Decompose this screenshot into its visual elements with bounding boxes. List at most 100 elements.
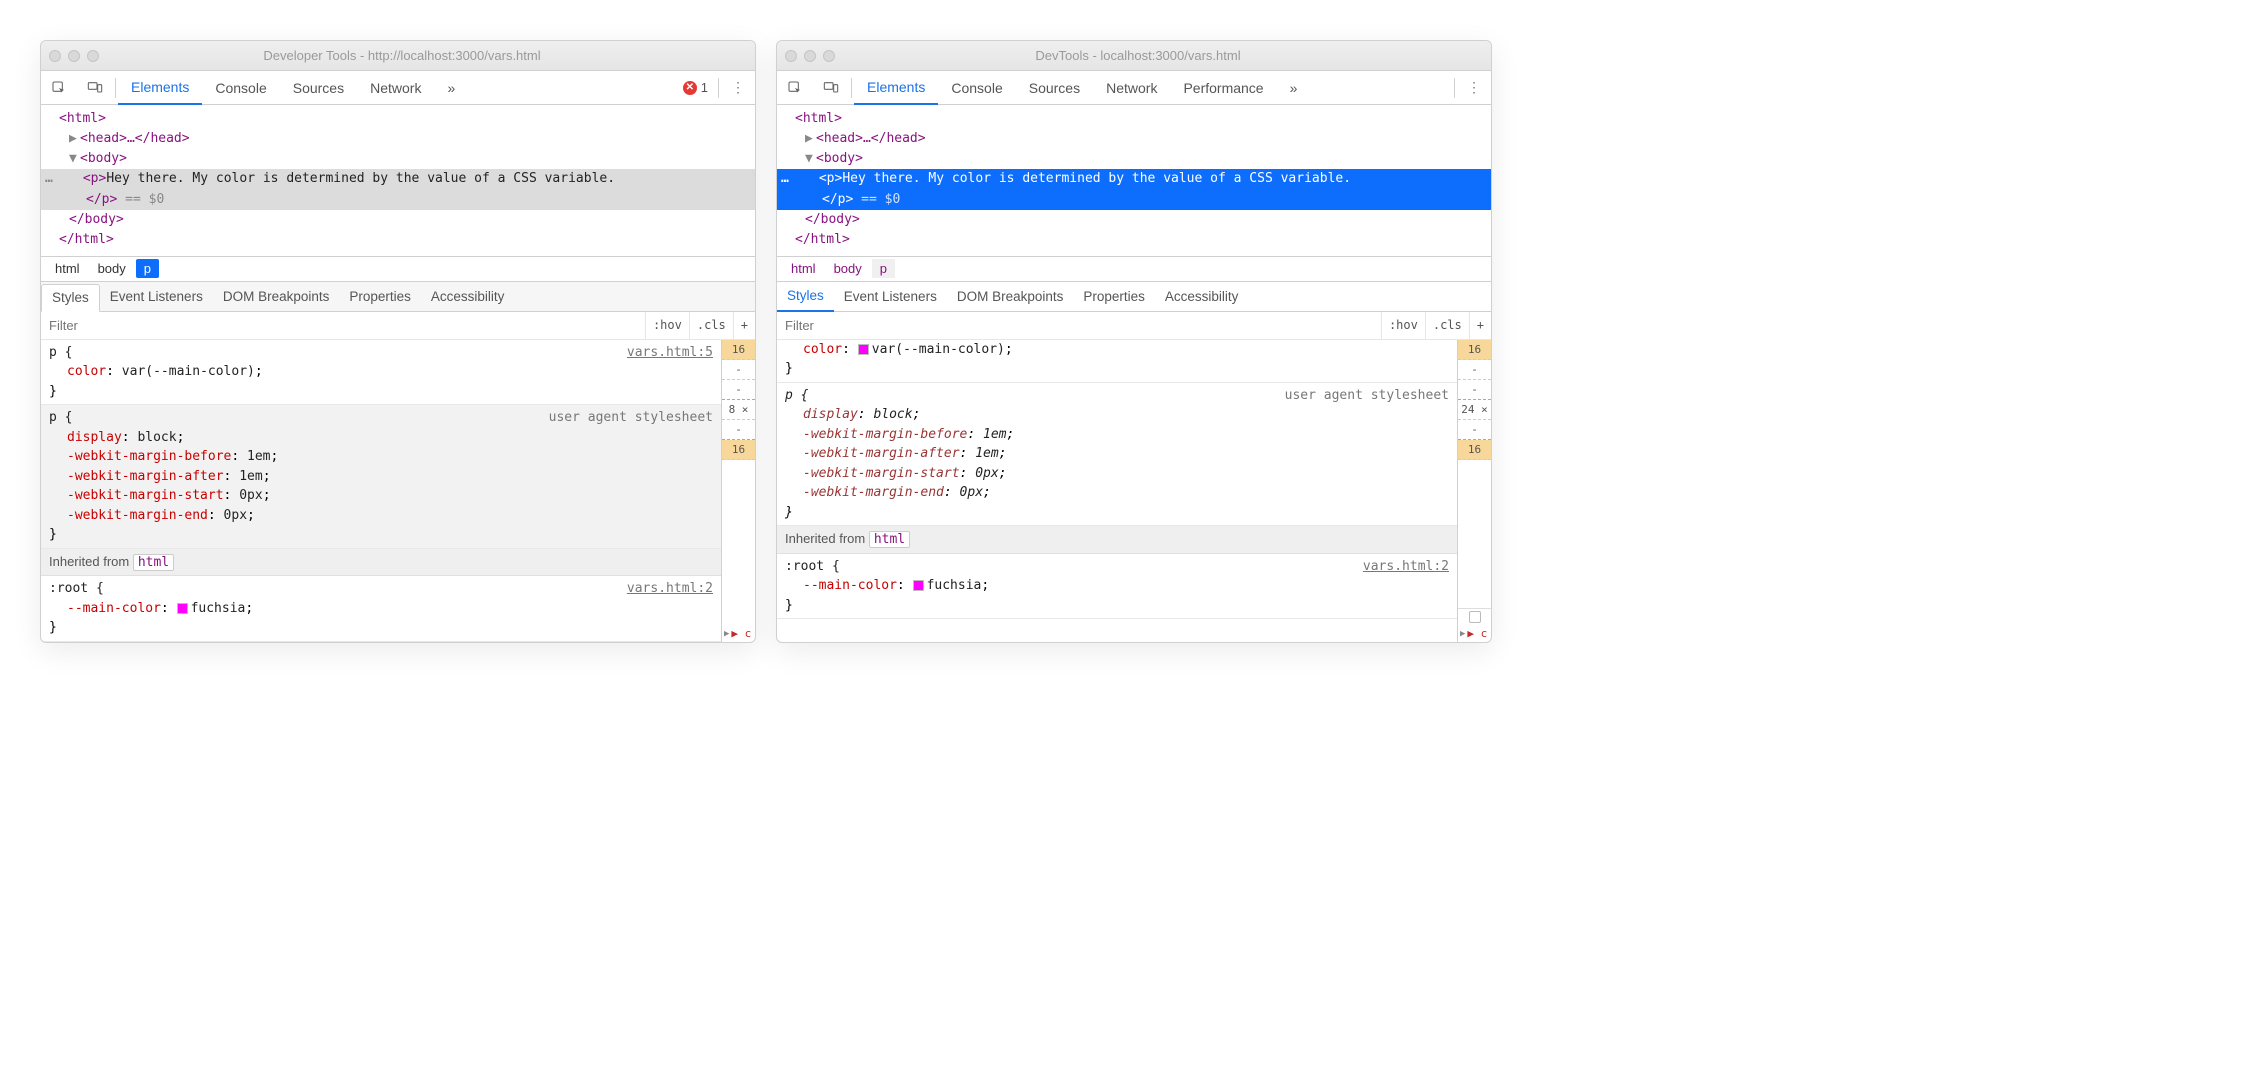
subtab-styles[interactable]: Styles [41,284,100,312]
css-value: 1em [975,446,998,461]
subtab-accessibility[interactable]: Accessibility [1155,282,1249,311]
subtab-accessibility[interactable]: Accessibility [421,282,515,311]
zoom-dot[interactable] [823,50,835,62]
inspect-icon[interactable] [41,71,77,104]
tab-network[interactable]: Network [357,71,434,104]
dom-node-p-selected[interactable]: …<p>Hey there. My color is determined by… [41,169,755,189]
color-swatch-icon[interactable] [913,580,924,591]
inherited-tag[interactable]: html [869,531,910,548]
tab-console[interactable]: Console [202,71,279,104]
subtab-styles[interactable]: Styles [777,282,834,312]
rule-selector[interactable]: p { [49,343,713,363]
close-dot[interactable] [785,50,797,62]
tab-more[interactable]: » [1277,71,1311,104]
tab-network[interactable]: Network [1093,71,1170,104]
tab-sources[interactable]: Sources [280,71,357,104]
gutter-cell: - [722,420,755,440]
styles-filter-input[interactable] [41,318,645,333]
gutter-footer[interactable]: ▶▶ c [722,626,755,642]
subtab-dom-breakpoints[interactable]: DOM Breakpoints [947,282,1074,311]
zoom-dot[interactable] [87,50,99,62]
devtools-window-left: Developer Tools - http://localhost:3000/… [40,40,756,643]
css-value[interactable]: var(--main-color) [872,342,1005,357]
styles-filter-input[interactable] [777,318,1381,333]
kebab-menu-icon[interactable]: ⋮ [1457,79,1491,96]
dom-node-head[interactable]: ▶<head>…</head> [777,129,1491,149]
css-prop[interactable]: color [803,342,842,357]
color-swatch-icon[interactable] [858,344,869,355]
rule-selector[interactable]: :root { [49,579,713,599]
tab-elements[interactable]: Elements [854,71,938,105]
dom-node-head[interactable]: ▶<head>…</head> [41,129,755,149]
style-rule[interactable]: vars.html:5 p { color: var(--main-color)… [41,340,721,406]
gutter-footer[interactable]: ▶▶ c [1458,626,1491,642]
dom-tree[interactable]: <html> ▶<head>…</head> ▼<body> …<p>Hey t… [777,105,1491,256]
crumb-html[interactable]: html [47,259,88,278]
dom-node-html[interactable]: <html> [777,109,1491,129]
subtab-dom-breakpoints[interactable]: DOM Breakpoints [213,282,340,311]
dom-node-p-close[interactable]: </p> == $0 [777,190,1491,210]
cls-toggle[interactable]: .cls [1425,312,1469,339]
tab-more[interactable]: » [434,71,468,104]
style-rule-ua[interactable]: user agent stylesheet p { display: block… [777,383,1457,527]
inherited-tag[interactable]: html [133,554,174,571]
window-traffic-lights[interactable] [49,50,99,62]
css-value[interactable]: fuchsia [191,601,246,616]
crumb-p[interactable]: p [136,259,159,278]
crumb-p[interactable]: p [872,259,895,278]
device-toggle-icon[interactable] [813,71,849,104]
add-rule-button[interactable]: + [1469,312,1491,339]
rule-close: } [785,596,1449,616]
hov-toggle[interactable]: :hov [1381,312,1425,339]
crumb-html[interactable]: html [783,259,824,278]
css-value[interactable]: var(--main-color) [122,364,255,379]
device-toggle-icon[interactable] [77,71,113,104]
rule-selector[interactable]: :root { [785,557,1449,577]
style-rule-root[interactable]: vars.html:2 :root { --main-color: fuchsi… [41,576,721,642]
dom-tree[interactable]: <html> ▶<head>…</head> ▼<body> …<p>Hey t… [41,105,755,256]
rule-source-link[interactable]: vars.html:2 [627,579,713,599]
dom-node-html-close[interactable]: </html> [41,230,755,250]
subtab-event-listeners[interactable]: Event Listeners [834,282,947,311]
subtab-properties[interactable]: Properties [339,282,421,311]
dom-node-html[interactable]: <html> [41,109,755,129]
dom-node-html-close[interactable]: </html> [777,230,1491,250]
subtab-properties[interactable]: Properties [1073,282,1155,311]
cls-toggle[interactable]: .cls [689,312,733,339]
style-rule-ua[interactable]: user agent stylesheet p { display: block… [41,405,721,549]
error-indicator[interactable]: ✕ 1 [683,80,716,95]
minimize-dot[interactable] [68,50,80,62]
dom-node-body[interactable]: ▼<body> [777,149,1491,169]
style-rule-root[interactable]: vars.html:2 :root { --main-color: fuchsi… [777,554,1457,620]
crumb-body[interactable]: body [90,259,134,278]
separator [851,78,852,98]
kebab-menu-icon[interactable]: ⋮ [721,79,755,96]
subtab-event-listeners[interactable]: Event Listeners [100,282,213,311]
crumb-body[interactable]: body [826,259,870,278]
color-swatch-icon[interactable] [177,603,188,614]
rule-source-link[interactable]: vars.html:2 [1363,557,1449,577]
dom-node-p-selected[interactable]: …<p>Hey there. My color is determined by… [777,169,1491,189]
window-traffic-lights[interactable] [785,50,835,62]
css-prop[interactable]: --main-color [803,578,897,593]
tab-console[interactable]: Console [938,71,1015,104]
hov-toggle[interactable]: :hov [645,312,689,339]
dom-node-body[interactable]: ▼<body> [41,149,755,169]
dom-node-p-close[interactable]: </p> == $0 [41,190,755,210]
styles-body: color: var(--main-color); } user agent s… [777,340,1491,642]
css-prop[interactable]: color [67,364,106,379]
style-rule[interactable]: color: var(--main-color); } [777,340,1457,383]
dom-node-body-close[interactable]: </body> [41,210,755,230]
minimize-dot[interactable] [804,50,816,62]
css-value[interactable]: fuchsia [927,578,982,593]
tab-elements[interactable]: Elements [118,71,202,105]
tab-performance[interactable]: Performance [1170,71,1276,104]
inspect-icon[interactable] [777,71,813,104]
gutter-checkbox[interactable] [1458,608,1491,626]
dom-node-body-close[interactable]: </body> [777,210,1491,230]
tab-sources[interactable]: Sources [1016,71,1093,104]
close-dot[interactable] [49,50,61,62]
css-prop[interactable]: --main-color [67,601,161,616]
rule-source-link[interactable]: vars.html:5 [627,343,713,363]
add-rule-button[interactable]: + [733,312,755,339]
